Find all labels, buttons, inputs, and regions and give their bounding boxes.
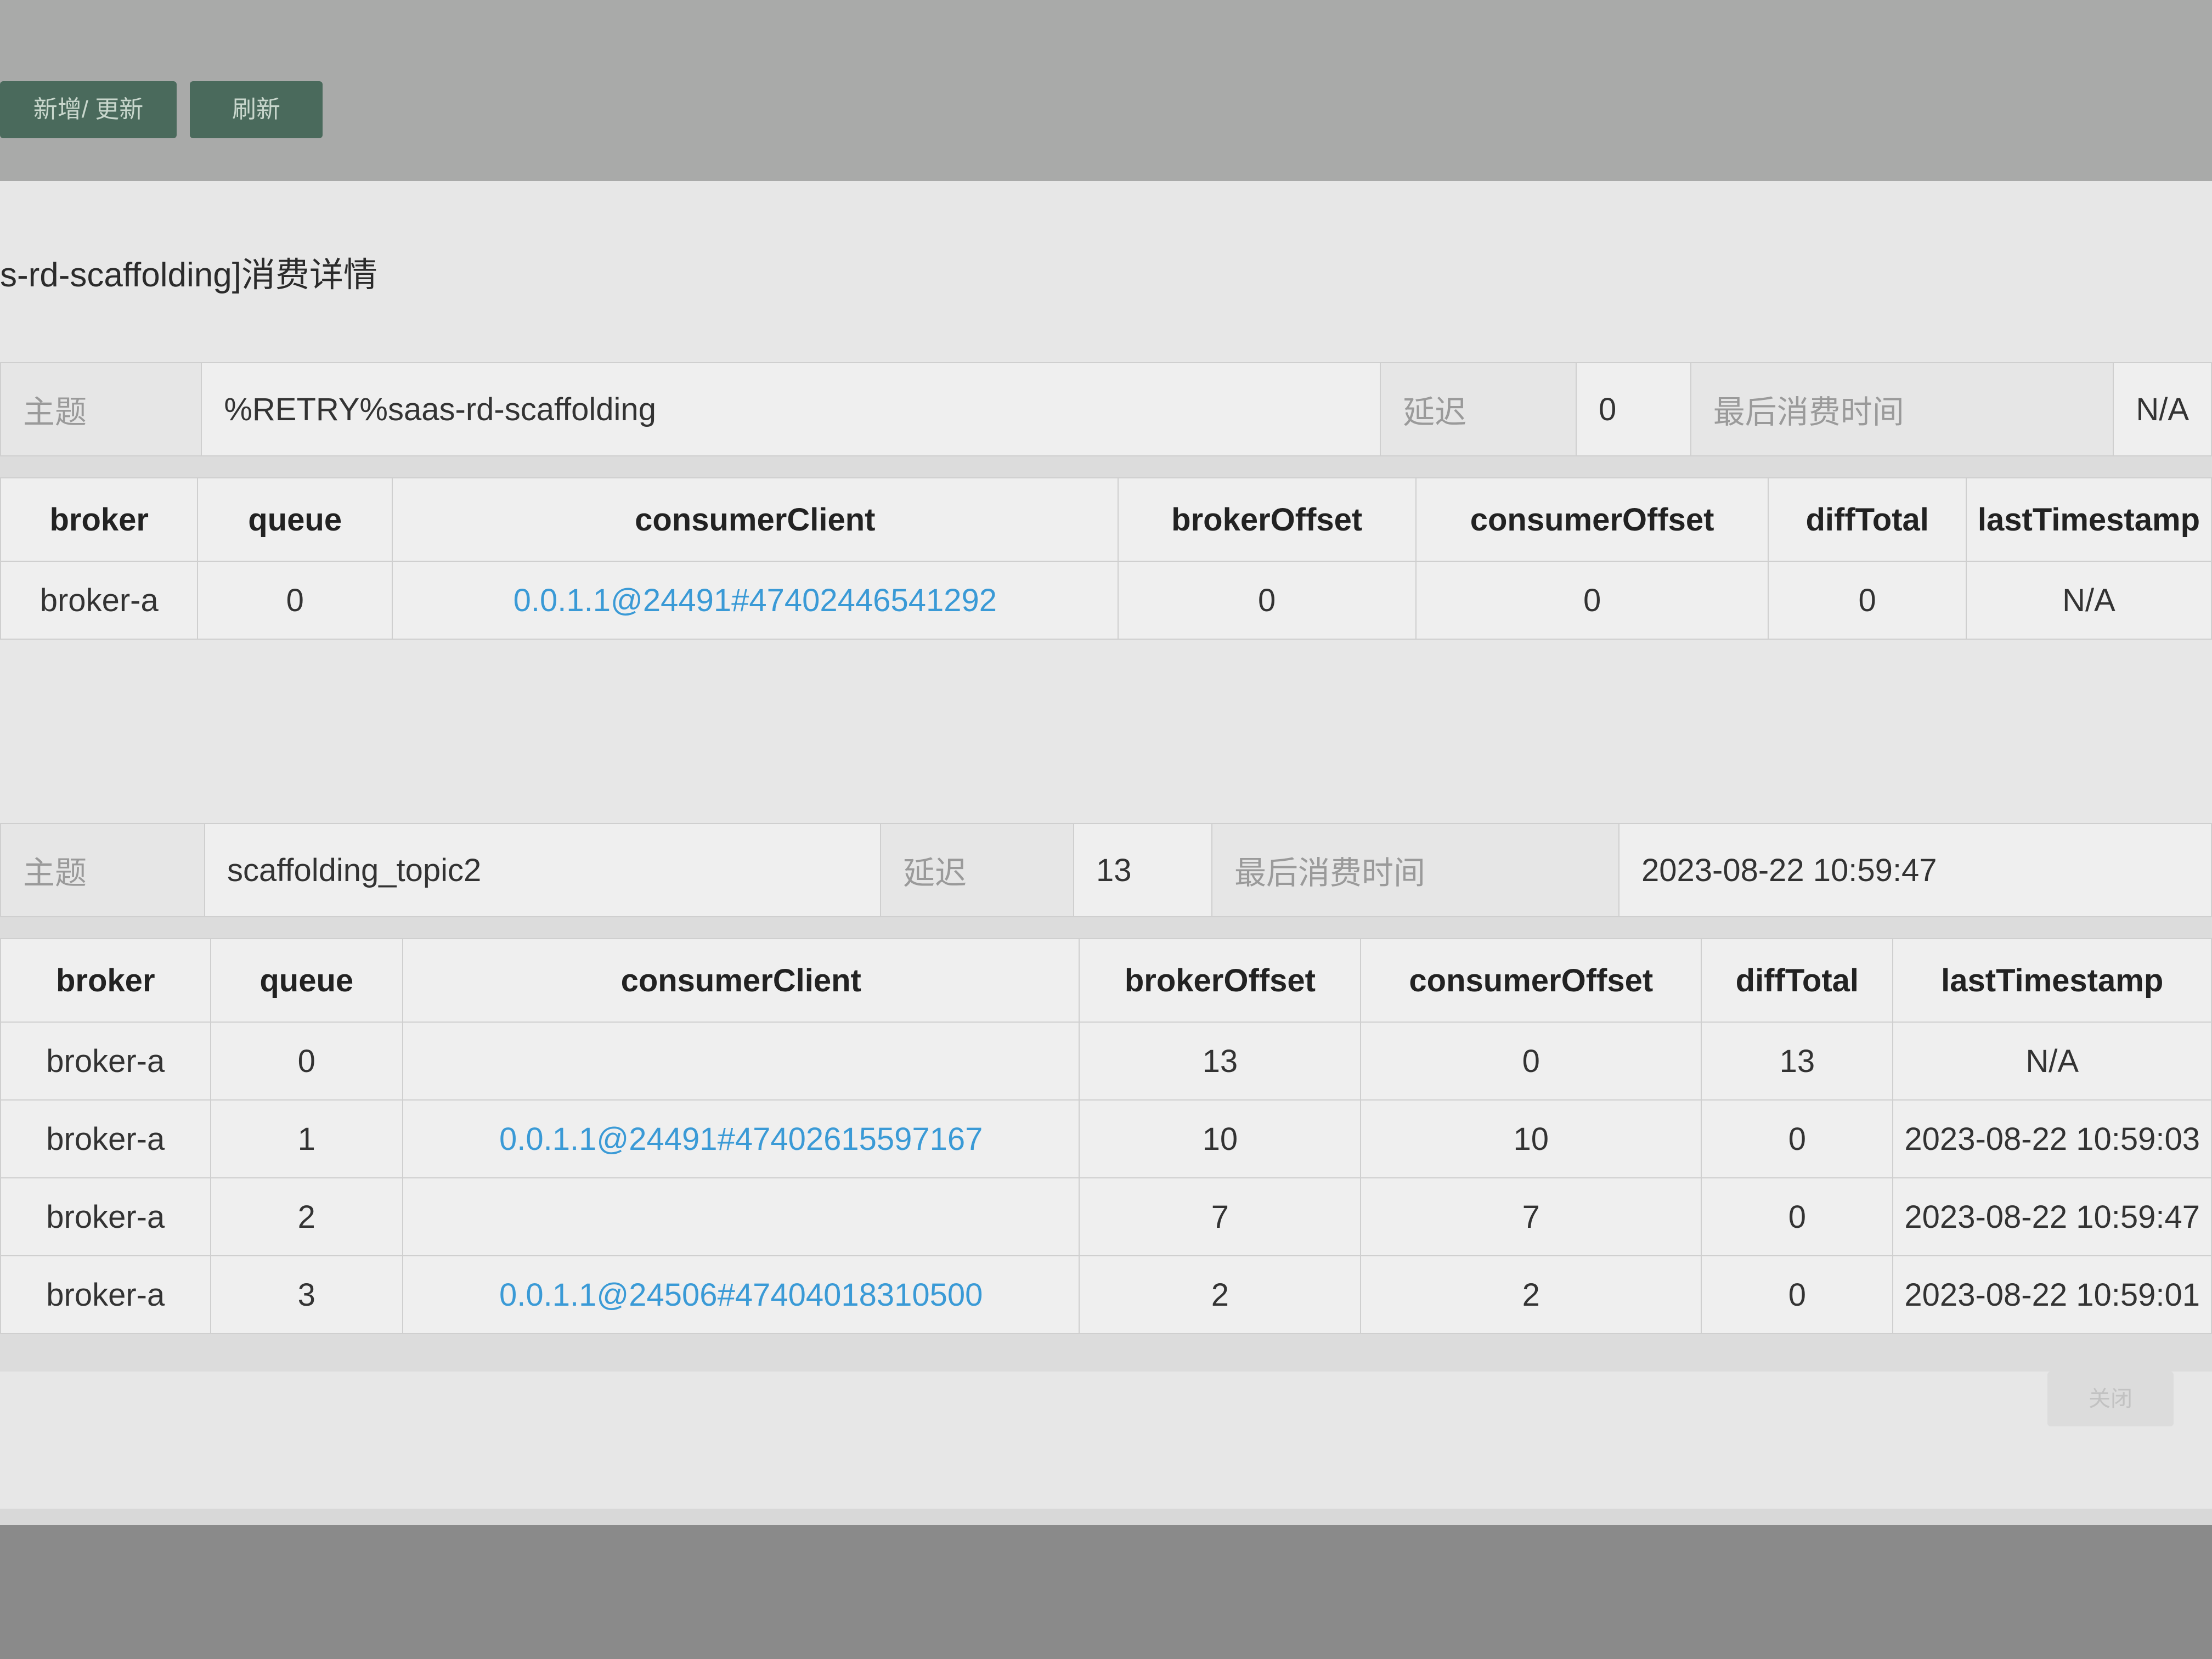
modal-title: s-rd-scaffolding]消费详情 <box>0 256 377 294</box>
delay-value: 13 <box>1073 823 1212 917</box>
broker-cell: broker-a <box>0 561 199 640</box>
col-broker-offset: brokerOffset <box>1117 477 1417 562</box>
queue-cell: 1 <box>210 1099 403 1178</box>
topic-info-table: 主题 %RETRY%saas-rd-scaffolding 延迟 0 最后消费时… <box>0 362 2212 456</box>
diff-total-cell: 13 <box>1701 1022 1894 1101</box>
col-last-timestamp: lastTimestamp <box>1892 938 2212 1023</box>
col-queue: queue <box>210 938 403 1023</box>
last-timestamp-cell: 2023-08-22 10:59:47 <box>1892 1177 2212 1256</box>
table-row: broker-a 0 0.0.1.1@24491#47402446541292 … <box>0 561 2212 640</box>
topic-value: %RETRY%saas-rd-scaffolding <box>201 362 1381 456</box>
consumer-offset-cell: 7 <box>1360 1177 1702 1256</box>
consumer-client-link[interactable]: 0.0.1.1@24506#47404018310500 <box>402 1255 1080 1334</box>
broker-offset-cell: 7 <box>1079 1177 1362 1256</box>
topic-label: 主题 <box>0 823 205 917</box>
col-consumer-offset: consumerOffset <box>1415 477 1769 562</box>
diff-total-cell: 0 <box>1768 561 1967 640</box>
last-timestamp-cell: 2023-08-22 10:59:03 <box>1892 1099 2212 1178</box>
delay-label: 延迟 <box>880 823 1074 917</box>
broker-cell: broker-a <box>0 1177 211 1256</box>
diff-total-cell: 0 <box>1701 1099 1894 1178</box>
broker-offset-cell: 0 <box>1117 561 1417 640</box>
col-consumer-client: consumerClient <box>402 938 1080 1023</box>
table-row: broker-a 0 13 0 13 N/A <box>0 1022 2212 1101</box>
add-update-button[interactable]: 新增/ 更新 <box>0 81 177 138</box>
consumer-client-link[interactable] <box>402 1177 1080 1256</box>
topic-value: scaffolding_topic2 <box>204 823 881 917</box>
table-header-row: broker queue consumerClient brokerOffset… <box>0 477 2212 562</box>
col-broker-offset: brokerOffset <box>1079 938 1362 1023</box>
refresh-button[interactable]: 刷新 <box>190 81 323 138</box>
table-header-row: broker queue consumerClient brokerOffset… <box>0 938 2212 1023</box>
queue-table-retry: broker queue consumerClient brokerOffset… <box>0 477 2212 640</box>
table-row: broker-a 2 7 7 0 2023-08-22 10:59:47 <box>0 1177 2212 1256</box>
close-button[interactable]: 关闭 <box>2047 1372 2174 1426</box>
delay-value: 0 <box>1575 362 1691 456</box>
last-consume-time-label: 最后消费时间 <box>1211 823 1620 917</box>
broker-cell: broker-a <box>0 1099 211 1178</box>
topic-section-scaffolding: 主题 scaffolding_topic2 延迟 13 最后消费时间 2023-… <box>0 823 2212 1372</box>
last-timestamp-cell: N/A <box>1892 1022 2212 1101</box>
col-broker: broker <box>0 477 199 562</box>
last-consume-time-value: N/A <box>2113 362 2212 456</box>
consumer-client-link[interactable]: 0.0.1.1@24491#47402615597167 <box>402 1099 1080 1178</box>
queue-table-scaffolding: broker queue consumerClient brokerOffset… <box>0 938 2212 1334</box>
table-row: broker-a 1 0.0.1.1@24491#47402615597167 … <box>0 1099 2212 1178</box>
toolbar: 新增/ 更新 刷新 <box>0 0 2212 181</box>
queue-cell: 3 <box>210 1255 403 1334</box>
col-last-timestamp: lastTimestamp <box>1965 477 2212 562</box>
broker-offset-cell: 10 <box>1079 1099 1362 1178</box>
topic-section-retry: 主题 %RETRY%saas-rd-scaffolding 延迟 0 最后消费时… <box>0 362 2212 640</box>
col-diff-total: diffTotal <box>1701 938 1894 1023</box>
last-timestamp-cell: 2023-08-22 10:59:01 <box>1892 1255 2212 1334</box>
diff-total-cell: 0 <box>1701 1255 1894 1334</box>
col-queue: queue <box>197 477 393 562</box>
consumer-offset-cell: 10 <box>1360 1099 1702 1178</box>
col-consumer-client: consumerClient <box>391 477 1119 562</box>
consumer-offset-cell: 2 <box>1360 1255 1702 1334</box>
consumer-offset-cell: 0 <box>1415 561 1769 640</box>
consume-detail-modal: s-rd-scaffolding]消费详情 主题 %RETRY%saas-rd-… <box>0 181 2212 1509</box>
consumer-client-link[interactable]: 0.0.1.1@24491#47402446541292 <box>391 561 1119 640</box>
queue-cell: 2 <box>210 1177 403 1256</box>
topic-label: 主题 <box>0 362 202 456</box>
table-row: broker-a 3 0.0.1.1@24506#47404018310500 … <box>0 1255 2212 1334</box>
diff-total-cell: 0 <box>1701 1177 1894 1256</box>
monitor-bezel <box>0 1525 2212 1659</box>
broker-cell: broker-a <box>0 1255 211 1334</box>
last-timestamp-cell: N/A <box>1965 561 2212 640</box>
last-consume-time-value: 2023-08-22 10:59:47 <box>1618 823 2212 917</box>
delay-label: 延迟 <box>1380 362 1577 456</box>
queue-cell: 0 <box>210 1022 403 1101</box>
queue-cell: 0 <box>197 561 393 640</box>
col-broker: broker <box>0 938 211 1023</box>
broker-offset-cell: 2 <box>1079 1255 1362 1334</box>
consumer-offset-cell: 0 <box>1360 1022 1702 1101</box>
last-consume-time-label: 最后消费时间 <box>1690 362 2114 456</box>
topic-info-table: 主题 scaffolding_topic2 延迟 13 最后消费时间 2023-… <box>0 823 2212 917</box>
broker-offset-cell: 13 <box>1079 1022 1362 1101</box>
broker-cell: broker-a <box>0 1022 211 1101</box>
col-consumer-offset: consumerOffset <box>1360 938 1702 1023</box>
monitor-screen: 新增/ 更新 刷新 s-rd-scaffolding]消费详情 主题 %RETR… <box>0 0 2212 1525</box>
col-diff-total: diffTotal <box>1768 477 1967 562</box>
consumer-client-link[interactable] <box>402 1022 1080 1101</box>
